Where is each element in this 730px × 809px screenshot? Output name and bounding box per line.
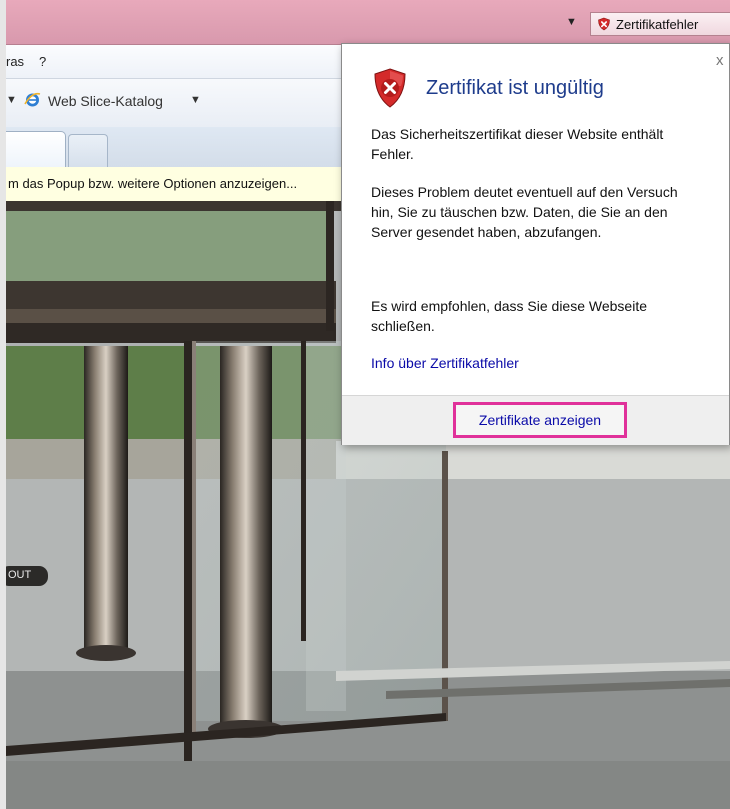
close-icon[interactable]: x [716, 52, 724, 69]
popup-paragraph-3: Es wird empfohlen, dass Sie diese Websei… [371, 298, 647, 334]
internet-explorer-icon [24, 92, 41, 107]
tab-strip [6, 127, 346, 168]
chevron-down-icon[interactable]: ▼ [6, 94, 17, 106]
exit-sign-text: OUT [8, 569, 32, 581]
menu-bar: ras ? [6, 45, 346, 79]
popup-footer: Zertifikate anzeigen [342, 395, 729, 445]
certificate-error-shield-icon [598, 17, 610, 31]
popup-paragraph-2: Dieses Problem deutet eventuell auf den … [371, 184, 678, 240]
certificate-error-info-link[interactable]: Info über Zertifikatfehler [371, 355, 519, 371]
certificate-error-button[interactable]: Zertifikatfehler [590, 12, 730, 36]
popup-paragraph-1: Das Sicherheitszertifikat dieser Website… [371, 126, 664, 162]
view-certificates-button[interactable]: Zertifikate anzeigen [453, 402, 627, 438]
web-slice-dropdown-icon[interactable]: ▼ [190, 94, 201, 106]
new-tab-button[interactable] [68, 134, 108, 167]
certificate-error-popup: x Zertifikat ist ungültig Das Sicherheit… [341, 43, 730, 445]
tab-current[interactable] [6, 131, 66, 168]
address-bar: ▼ Zertifikatfehler [6, 0, 730, 45]
certificate-error-label: Zertifikatfehler [616, 16, 699, 32]
menu-item-help[interactable]: ? [39, 54, 46, 69]
certificate-error-shield-icon [374, 68, 406, 108]
popup-title: Zertifikat ist ungültig [426, 77, 604, 99]
infobar-text: m das Popup bzw. weitere Optionen anzuze… [8, 176, 298, 191]
menu-item-extras[interactable]: ras [6, 54, 24, 69]
favorites-bar: ▼ Web Slice-Katalog ▼ [6, 79, 346, 127]
address-dropdown-icon[interactable]: ▼ [566, 16, 578, 28]
web-slice-gallery-link[interactable]: Web Slice-Katalog [48, 93, 163, 109]
popup-blocked-infobar[interactable]: m das Popup bzw. weitere Optionen anzuze… [6, 167, 346, 202]
